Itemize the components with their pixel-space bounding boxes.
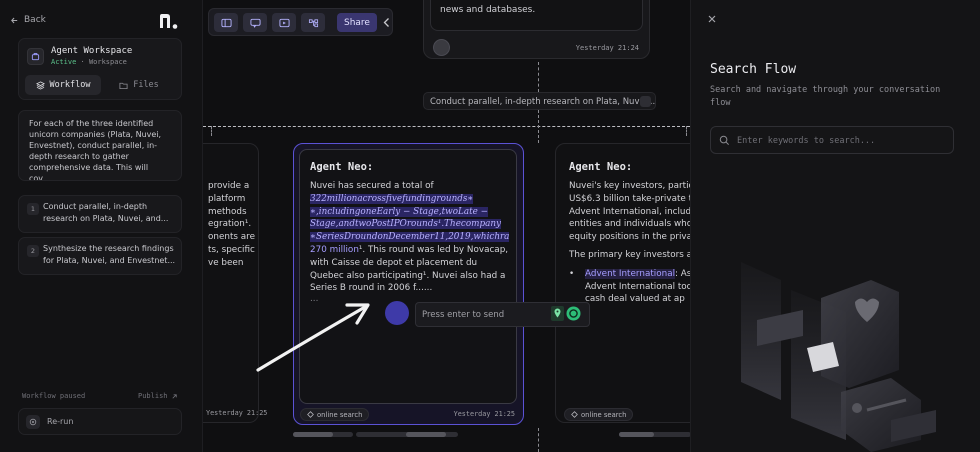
step-number: 1 xyxy=(27,203,39,215)
back-button[interactable]: Back xyxy=(10,15,46,25)
flow-canvas[interactable]: Share news and databases. Yesterday 21:2… xyxy=(203,0,690,452)
agent-name: Agent Neo: xyxy=(310,161,374,173)
task-node-label: Conduct parallel, in-depth research on P… xyxy=(430,97,656,107)
task-prompt[interactable]: For each of the three identified unicorn… xyxy=(18,110,182,181)
flow-icon xyxy=(308,18,319,28)
rerun-label: Re-run xyxy=(47,417,74,426)
layers-icon xyxy=(35,80,45,90)
arrow-left-icon xyxy=(10,16,19,25)
close-icon xyxy=(707,14,719,24)
chevron-left-icon xyxy=(383,17,390,28)
avatar xyxy=(433,39,450,56)
sidebar-icon xyxy=(220,18,232,28)
tool-chip[interactable]: online search xyxy=(564,408,634,421)
message-input-placeholder: Press enter to send xyxy=(422,310,505,320)
tab-workflow[interactable]: Workflow xyxy=(25,75,101,95)
agent-name: Agent Neo: xyxy=(569,161,633,173)
search-box[interactable] xyxy=(710,126,954,154)
step-text: Synthesize the research findings for Pla… xyxy=(43,244,176,265)
agent-message-card-active[interactable]: Agent Neo: Nuvei has secured a total of … xyxy=(293,143,524,425)
close-button[interactable] xyxy=(707,14,719,26)
citation-link[interactable]: 270 million xyxy=(310,245,359,255)
canvas-toolbar: Share xyxy=(208,8,393,36)
back-label: Back xyxy=(24,15,46,25)
share-button[interactable]: Share xyxy=(337,13,377,32)
scrollbar[interactable] xyxy=(356,432,458,437)
step-number: 2 xyxy=(27,245,39,257)
search-flow-panel: Search Flow Search and navigate through … xyxy=(690,0,980,452)
message-icon xyxy=(249,18,261,28)
flow-connector xyxy=(538,110,539,143)
empty-state-illustration xyxy=(741,262,936,452)
media-view-button[interactable] xyxy=(272,13,296,32)
tool-chip[interactable]: online search xyxy=(300,408,370,421)
panel-subtitle: Search and navigate through your convers… xyxy=(710,85,941,108)
refresh-icon[interactable] xyxy=(566,306,581,321)
flow-connector xyxy=(686,126,687,136)
scrollbar[interactable] xyxy=(619,432,690,437)
annotation-arrow xyxy=(256,303,370,372)
flow-connector xyxy=(538,62,539,92)
expand-icon[interactable] xyxy=(640,96,651,107)
panel-title: Search Flow xyxy=(710,62,797,77)
message-body: news and databases. xyxy=(430,0,643,31)
diamond-icon xyxy=(307,411,314,418)
diamond-icon xyxy=(571,411,578,418)
workflow-step[interactable]: 2 Synthesize the research findings for P… xyxy=(18,237,182,275)
tab-files[interactable]: Files xyxy=(101,75,177,95)
agent-message-card[interactable]: provide a platform methods egration¹. on… xyxy=(203,143,267,423)
chat-view-button[interactable] xyxy=(243,13,267,32)
scrollbar[interactable] xyxy=(293,432,353,437)
arrow-up-right-icon xyxy=(171,393,178,400)
location-pin-icon[interactable] xyxy=(551,306,564,321)
workflow-status: Workflow paused xyxy=(22,392,86,400)
message-text: Nuvei has secured a total of 322milliona… xyxy=(310,181,510,305)
search-input[interactable] xyxy=(737,133,947,148)
message-timestamp: Yesterday 21:25 xyxy=(453,410,515,418)
workspace-status: Active · Workspace xyxy=(51,58,127,66)
app-logo xyxy=(158,12,180,30)
input-actions xyxy=(551,306,581,321)
rerun-icon xyxy=(26,415,40,429)
message-input[interactable]: Press enter to send xyxy=(415,302,590,327)
search-icon xyxy=(719,135,730,146)
rerun-button[interactable]: Re-run xyxy=(18,408,182,435)
sidebar-toggle-button[interactable] xyxy=(214,13,238,32)
sidebar: Back Agent Workspace Active · Workspace … xyxy=(0,0,203,452)
flow-connector xyxy=(538,428,539,452)
citation-link[interactable]: Advent International xyxy=(585,268,676,279)
workspace-title: Agent Workspace xyxy=(51,46,133,56)
flow-view-button[interactable] xyxy=(301,13,325,32)
message-card[interactable]: news and databases. Yesterday 21:24 xyxy=(423,0,650,59)
step-text: Conduct parallel, in-depth research on P… xyxy=(43,202,169,223)
agent-cursor xyxy=(385,301,409,325)
workspace-tabs: Workflow Files xyxy=(25,75,177,95)
image-icon xyxy=(278,18,290,28)
message-timestamp: Yesterday 21:24 xyxy=(575,44,639,52)
publish-button[interactable]: Publish xyxy=(138,392,178,400)
workspace-icon xyxy=(27,48,44,65)
collapse-button[interactable] xyxy=(380,14,392,31)
flow-connector xyxy=(203,126,690,127)
agent-message-card[interactable]: Agent Neo: Nuvei's key investors, partic… xyxy=(555,143,690,423)
workflow-step[interactable]: 1 Conduct parallel, in-depth research on… xyxy=(18,195,182,233)
workspace-card: Agent Workspace Active · Workspace Workf… xyxy=(18,38,182,100)
flow-connector xyxy=(211,126,212,136)
task-node[interactable]: Conduct parallel, in-depth research on P… xyxy=(423,92,656,110)
folder-icon xyxy=(119,81,128,90)
message-timestamp: Yesterday 21:25 xyxy=(206,409,268,417)
message-text: provide a platform methods egration¹. on… xyxy=(208,181,255,268)
